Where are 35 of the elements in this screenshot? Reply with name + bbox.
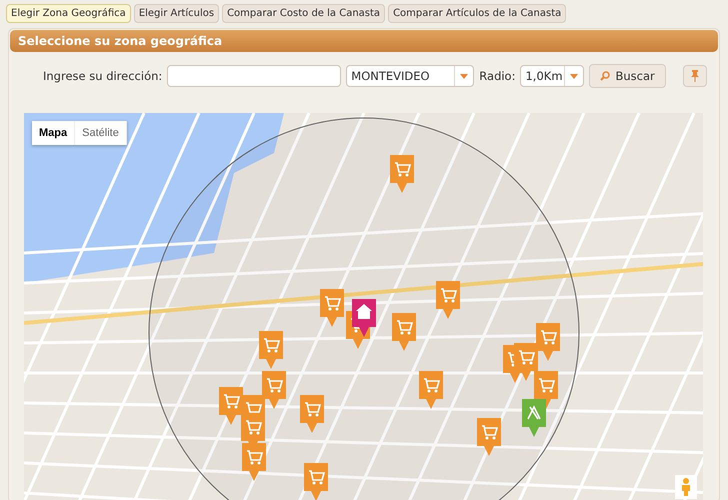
search-icon [600,71,610,81]
map-marker[interactable] [392,313,416,351]
map-type-button[interactable]: Satélite [75,121,127,145]
pin-button[interactable] [682,65,707,87]
map-marker[interactable] [436,281,460,319]
caret-icon [460,74,468,78]
tab[interactable]: Elegir Artículos [134,4,220,23]
search-button[interactable]: Buscar [589,64,666,88]
map-marker[interactable] [300,395,324,433]
address-label: Ingrese su dirección: [43,69,162,83]
map-marker[interactable] [390,155,414,193]
map-marker[interactable] [419,371,443,409]
pegman-icon[interactable] [675,475,697,499]
address-field[interactable] [167,65,342,87]
city-dropdown[interactable]: MONTEVIDEO [346,65,474,87]
map-marker[interactable] [219,387,243,425]
radius-dropdown[interactable]: 1,0Km [520,65,584,87]
map-type-button[interactable]: Mapa [32,121,76,145]
radius-label: Radio: [479,69,516,83]
map-marker[interactable] [536,323,560,361]
map-marker[interactable] [514,343,538,381]
home-marker[interactable] [352,299,376,337]
tab[interactable]: Comparar Costo de la Canasta [222,4,386,23]
tab[interactable]: Elegir Zona Geográfica [6,4,131,23]
map-marker[interactable] [304,463,328,500]
map-marker[interactable] [320,289,344,327]
tab[interactable]: Comparar Artículos de la Canasta [388,4,566,23]
map-marker[interactable] [262,371,286,409]
map-marker[interactable] [477,418,501,456]
pin-icon [690,70,699,82]
caret-icon [570,74,578,78]
map-marker[interactable] [242,443,266,481]
park-marker[interactable] [522,399,546,437]
panel-title: Seleccione su zona geográfica [10,30,718,52]
map-marker[interactable] [259,331,283,369]
